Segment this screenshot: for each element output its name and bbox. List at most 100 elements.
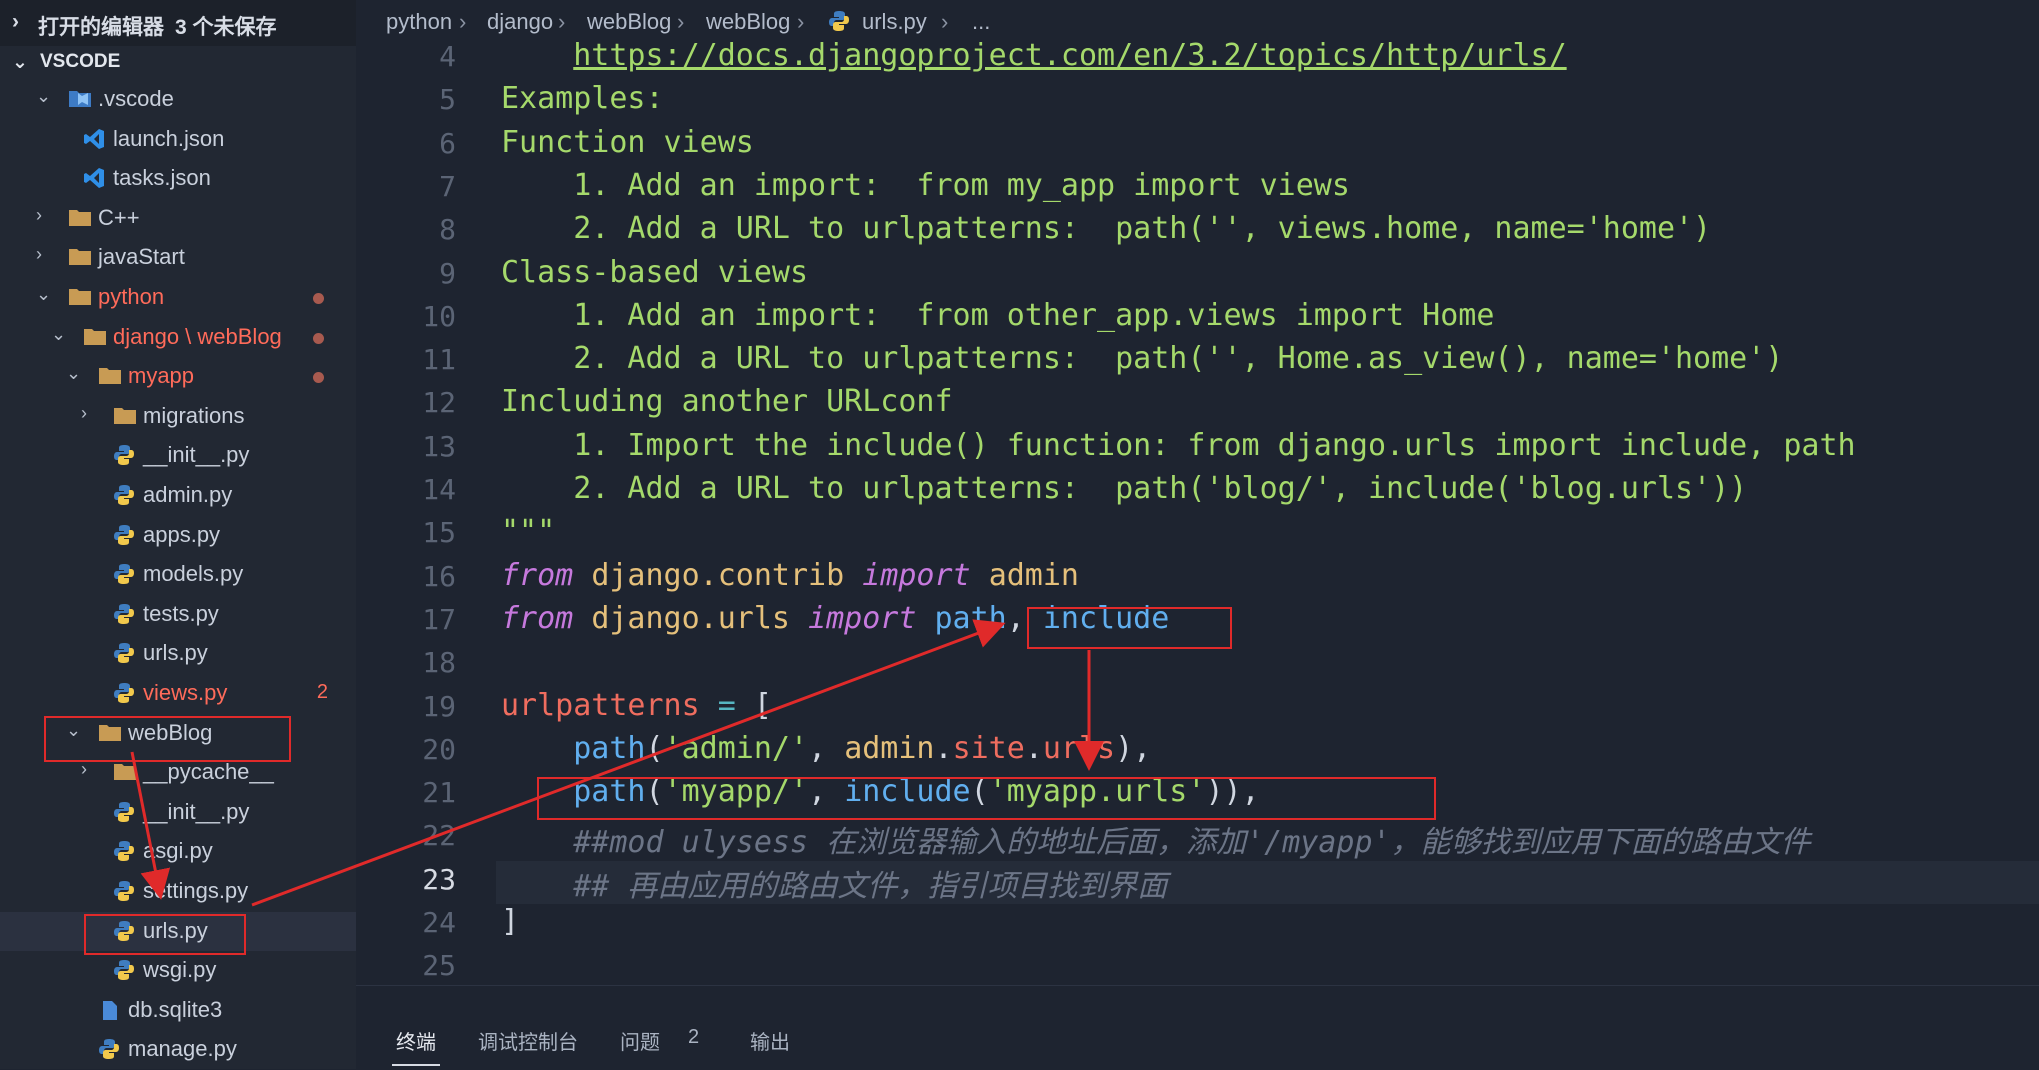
tree-item[interactable]: admin.py (0, 476, 356, 515)
breadcrumb-item[interactable]: webBlog (706, 9, 790, 35)
tree-item[interactable]: __init__.py (0, 793, 356, 832)
tree-item-label: apps.py (143, 521, 221, 547)
code-line[interactable]: ] (501, 904, 519, 947)
line-number: 16 (422, 559, 456, 593)
code-token: import (862, 557, 971, 593)
breadcrumb-item[interactable]: ... (972, 9, 990, 35)
python-file-icon (113, 603, 137, 625)
folder-icon (98, 365, 122, 387)
code-line[interactable]: 2. Add a URL to urlpatterns: path('', Ho… (501, 341, 1783, 384)
python-file-icon (113, 920, 137, 942)
tree-item[interactable]: ⌄ django \ webBlog (0, 318, 356, 357)
tree-item[interactable]: ⌄ .vscode (0, 80, 356, 119)
tree-item-label: C++ (98, 204, 140, 230)
tree-item[interactable]: views.py 2 (0, 674, 356, 713)
code-token: 2. Add a URL to urlpatterns: path('', vi… (501, 211, 1712, 247)
tree-item[interactable]: tests.py (0, 595, 356, 634)
tree-item[interactable]: urls.py (0, 911, 356, 951)
tree-item[interactable]: urls.py (0, 634, 356, 673)
code-token: django.urls (591, 600, 790, 636)
code-line[interactable]: from django.contrib import admin (501, 558, 1079, 601)
workspace-section-header[interactable]: ⌄ VSCODE (0, 46, 356, 78)
tree-item[interactable]: ⌄ webBlog (0, 714, 356, 753)
tab-output[interactable]: 输出 (750, 1026, 790, 1055)
line-number: 8 (439, 213, 456, 247)
code-line[interactable]: 1. Import the include() function: from d… (501, 428, 1855, 471)
tree-item[interactable]: › migrations (0, 397, 356, 436)
code-line[interactable]: ##mod ulysess 在浏览器输入的地址后面，添加'/myapp'，能够找… (501, 817, 1810, 860)
code-line[interactable]: Function views (501, 125, 754, 168)
folder-icon (68, 207, 92, 229)
open-editors-header[interactable]: › 打开的编辑器 3 个未保存 (0, 0, 356, 46)
chevron-right-icon[interactable]: › (81, 759, 87, 780)
tab-problems[interactable]: 问题 (620, 1026, 660, 1055)
code-line[interactable]: urlpatterns = [ (501, 688, 772, 731)
code-line[interactable]: 1. Add an import: from my_app import vie… (501, 168, 1350, 211)
chevron-down-icon[interactable]: ⌄ (66, 720, 81, 741)
breadcrumb-item[interactable]: django (487, 9, 553, 35)
code-line[interactable]: Examples: (501, 81, 664, 124)
database-icon (98, 999, 122, 1021)
tree-item[interactable]: ⌄ myapp (0, 357, 356, 396)
code-token: ( (645, 774, 664, 810)
folder-icon (83, 326, 107, 348)
code-token: Class-based views (501, 254, 809, 290)
line-number: 13 (422, 429, 456, 463)
tree-item[interactable]: › javaStart (0, 238, 356, 277)
code-token: , (808, 730, 845, 766)
tree-item[interactable]: launch.json (0, 120, 356, 159)
tree-item[interactable]: › C++ (0, 199, 356, 238)
code-token: Examples: (501, 81, 664, 117)
folder-icon (113, 761, 137, 783)
breadcrumb-item[interactable]: python (386, 9, 452, 35)
chevron-down-icon[interactable]: ⌄ (36, 284, 51, 305)
code-line[interactable]: from django.urls import path, include (501, 601, 1169, 644)
code-line[interactable]: 2. Add a URL to urlpatterns: path('blog/… (501, 471, 1747, 514)
python-file-icon (113, 880, 137, 902)
tree-item[interactable]: ⌄ python (0, 278, 356, 317)
tree-item[interactable]: db.sqlite3 (0, 991, 356, 1030)
tree-item[interactable]: models.py (0, 555, 356, 594)
code-token: [ (735, 687, 772, 723)
chevron-right-icon: › (797, 9, 805, 34)
code-line[interactable]: 1. Add an import: from other_app.views i… (501, 298, 1494, 341)
chevron-down-icon[interactable]: ⌄ (51, 324, 66, 345)
tree-item[interactable]: __init__.py (0, 436, 356, 475)
line-number: 18 (422, 646, 456, 680)
breadcrumb-item[interactable]: urls.py (862, 9, 927, 35)
tab-terminal[interactable]: 终端 (396, 1026, 436, 1055)
tree-item[interactable]: settings.py (0, 872, 356, 911)
tree-item[interactable]: › __pycache__ (0, 753, 356, 792)
tree-item[interactable]: asgi.py (0, 832, 356, 871)
tree-item[interactable]: tasks.json (0, 159, 356, 198)
code-line[interactable]: 2. Add a URL to urlpatterns: path('', vi… (501, 211, 1711, 254)
code-line[interactable]: Including another URLconf (501, 384, 953, 427)
workspace-title: VSCODE (40, 51, 121, 72)
tree-item-label: __init__.py (143, 798, 250, 824)
chevron-down-icon[interactable]: ⌄ (36, 86, 51, 107)
code-token: , (808, 774, 845, 810)
tree-item-label: urls.py (143, 640, 208, 666)
code-editor[interactable]: 4 https://docs.djangoproject.com/en/3.2/… (356, 38, 2039, 985)
breadcrumb-item[interactable]: webBlog (587, 9, 671, 35)
code-line[interactable]: https://docs.djangoproject.com/en/3.2/to… (501, 38, 1566, 81)
chevron-right-icon[interactable]: › (36, 205, 42, 226)
chevron-right-icon[interactable]: › (36, 244, 42, 265)
code-line[interactable]: ## 再由应用的路由文件，指引项目找到界面 (501, 861, 1167, 904)
tree-item[interactable]: apps.py (0, 516, 356, 555)
tree-item-label: django \ webBlog (113, 323, 282, 349)
tree-item[interactable]: wsgi.py (0, 951, 356, 990)
code-line[interactable]: Class-based views (501, 255, 808, 298)
code-token: path (573, 774, 646, 810)
tree-item[interactable]: manage.py (0, 1030, 356, 1069)
chevron-down-icon[interactable]: ⌄ (66, 363, 81, 384)
code-line[interactable]: path('admin/', admin.site.urls), (501, 731, 1151, 774)
tab-debug-console[interactable]: 调试控制台 (478, 1026, 578, 1055)
code-line[interactable]: """ (501, 514, 555, 557)
code-line[interactable]: path('myapp/', include('myapp.urls')), (501, 774, 1259, 817)
tree-item-label: db.sqlite3 (128, 996, 223, 1022)
chevron-right-icon[interactable]: › (81, 403, 87, 424)
code-token: admin (988, 557, 1079, 593)
